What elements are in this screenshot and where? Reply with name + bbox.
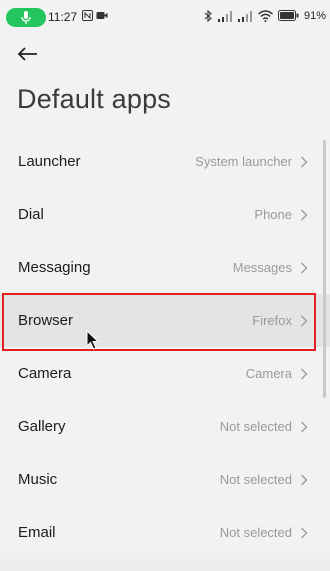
- list-item-value: Not selected: [219, 525, 292, 540]
- nfc-icon: [82, 10, 93, 21]
- chevron-right-icon: [301, 474, 308, 485]
- list-item-value: Camera: [245, 366, 292, 381]
- chevron-right-icon: [301, 156, 308, 167]
- wifi-icon: [258, 10, 273, 22]
- bluetooth-icon: [204, 10, 212, 22]
- list-item-label: Camera: [18, 365, 72, 382]
- list-item-dial[interactable]: Dial Phone: [0, 188, 330, 241]
- chevron-right-icon: [301, 527, 308, 538]
- status-bar: 11:27 91%: [0, 0, 330, 34]
- list-item-launcher[interactable]: Launcher System launcher: [0, 135, 330, 188]
- list-item-value: Phone: [254, 207, 292, 222]
- list-item-label: Dial: [18, 206, 44, 223]
- bottom-fade: [0, 545, 330, 571]
- signal-strength-icon-1: [218, 11, 232, 22]
- list-item-value: Not selected: [219, 472, 292, 487]
- battery-percent: 91%: [303, 10, 326, 22]
- screen: 11:27 91% Default apps Launcher System l…: [0, 0, 330, 571]
- microphone-indicator[interactable]: [6, 8, 46, 27]
- page-title: Default apps: [17, 84, 171, 114]
- list-item-label: Messaging: [18, 259, 91, 276]
- battery-icon: [278, 10, 299, 21]
- list-item-gallery[interactable]: Gallery Not selected: [0, 400, 330, 453]
- mouse-cursor-icon: [86, 330, 100, 350]
- list-item-messaging[interactable]: Messaging Messages: [0, 241, 330, 294]
- list-item-value: System launcher: [195, 154, 292, 169]
- list-item-value: Messages: [232, 260, 292, 275]
- chevron-right-icon: [301, 421, 308, 432]
- list-item-label: Email: [18, 524, 56, 541]
- chevron-right-icon: [301, 368, 308, 379]
- list-item-camera[interactable]: Camera Camera: [0, 347, 330, 400]
- back-arrow-icon: [17, 47, 37, 61]
- status-time: 11:27: [48, 10, 78, 24]
- chevron-right-icon: [301, 209, 308, 220]
- signal-strength-icon-2: [238, 11, 252, 22]
- microphone-icon: [21, 11, 31, 24]
- highlight-annotation: [2, 293, 316, 351]
- video-recorder-icon: [96, 12, 108, 19]
- chevron-right-icon: [301, 262, 308, 273]
- list-item-value: Not selected: [219, 419, 292, 434]
- back-button[interactable]: [16, 42, 40, 66]
- list-item-label: Gallery: [18, 418, 66, 435]
- list-item-label: Launcher: [18, 153, 81, 170]
- scrollbar[interactable]: [323, 140, 326, 398]
- list-item-music[interactable]: Music Not selected: [0, 453, 330, 506]
- list-item-label: Music: [18, 471, 58, 488]
